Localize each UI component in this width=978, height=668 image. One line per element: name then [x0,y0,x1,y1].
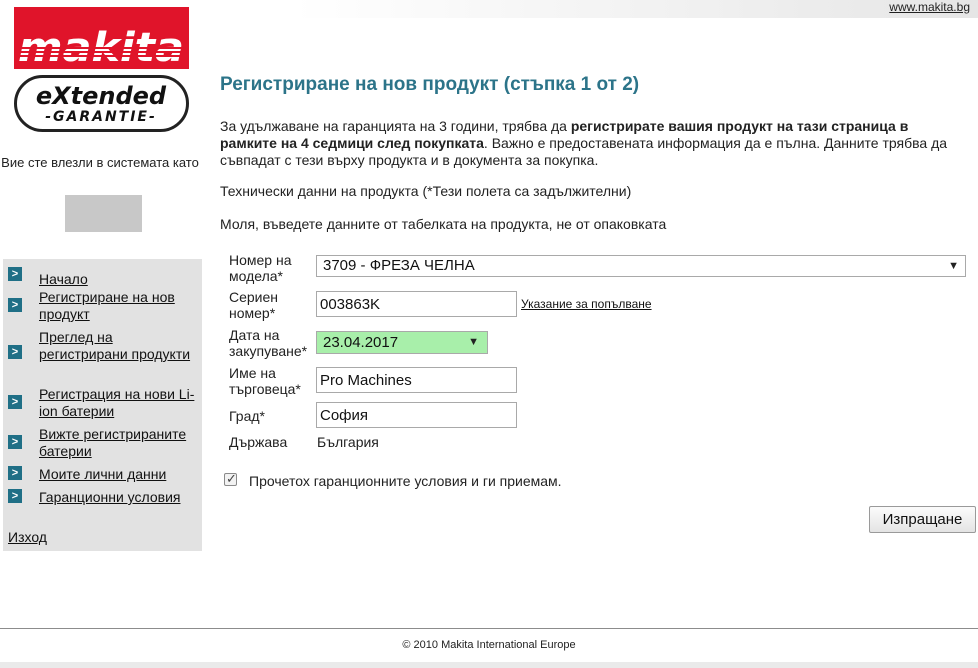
dealer-input[interactable] [316,367,517,393]
page: www.makita.bg makita eXtended -GARANTIE-… [0,0,978,668]
city-label: Град* [229,408,265,424]
bottom-band [0,662,978,668]
logged-in-text: Вие сте влезли в системата като [1,155,199,170]
intro-part-1: За удължаване на гаранцията на 3 години,… [220,118,571,134]
nav-label[interactable]: Преглед на регистрирани продукти [39,329,199,363]
nav-label[interactable]: Регистрация на нови Li-ion батерии [39,386,199,420]
nav-label[interactable]: Вижте регистрираните батерии [39,426,199,460]
badge-line-2: -GARANTIE- [45,109,157,125]
model-select[interactable]: 3709 - ФРЕЗА ЧЕЛНА ▼ [316,255,966,277]
intro-text: За удължаване на гаранцията на 3 години,… [220,118,955,169]
chevron-right-icon: > [8,298,22,312]
chevron-right-icon: > [8,395,22,409]
model-value: 3709 - ФРЕЗА ЧЕЛНА [323,257,475,274]
model-label: Номер на модела* [229,252,292,284]
chevron-down-icon: ▼ [948,260,959,272]
chevron-right-icon: > [8,435,22,449]
chevron-right-icon: > [8,345,22,359]
city-input[interactable] [316,402,517,428]
fill-hint-link[interactable]: Указание за попълване [521,297,652,311]
badge-line-1: eXtended [36,82,167,110]
country-label: Държава [229,434,288,450]
footer-divider [0,628,978,629]
chevron-right-icon: > [8,267,22,281]
chevron-right-icon: > [8,466,22,480]
logout-link[interactable]: Изход [8,529,47,545]
sidebar-nav: > Начало > Регистриране на нов продукт >… [3,259,202,551]
enter-data-label: Моля, въведете данните от табелката на п… [220,216,667,232]
site-link[interactable]: www.makita.bg [889,0,970,14]
nav-label[interactable]: Регистриране на нов продукт [39,289,199,323]
nav-label[interactable]: Начало [39,271,199,288]
nav-label[interactable]: Гаранционни условия [39,489,199,506]
agree-label: Прочетох гаранционните условия и ги прие… [249,473,562,489]
footer-copyright: © 2010 Makita International Europe [402,639,576,651]
date-label: Дата на закупуване* [229,327,308,359]
submit-button[interactable]: Изпращане [869,506,976,533]
tech-data-label: Технически данни на продукта (*Тези поле… [220,183,632,199]
chevron-right-icon: > [8,489,22,503]
date-value: 23.04.2017 [323,334,399,351]
makita-logo: makita [14,7,189,69]
extended-garantie-badge: eXtended -GARANTIE- [14,75,189,132]
purchase-date-select[interactable]: 23.04.2017 ▼ [316,331,488,354]
dealer-label: Име на търговеца* [229,365,301,397]
agree-checkbox[interactable]: ✓ [224,471,237,486]
nav-label[interactable]: Моите лични данни [39,466,199,483]
chevron-down-icon: ▼ [468,336,479,348]
checkmark-icon: ✓ [226,471,237,486]
country-value: България [317,434,379,450]
user-name-placeholder [65,195,142,232]
page-title: Регистриране на нов продукт (стъпка 1 от… [220,74,640,95]
serial-label: Сериен номер* [229,289,279,321]
serial-input[interactable] [316,291,517,317]
